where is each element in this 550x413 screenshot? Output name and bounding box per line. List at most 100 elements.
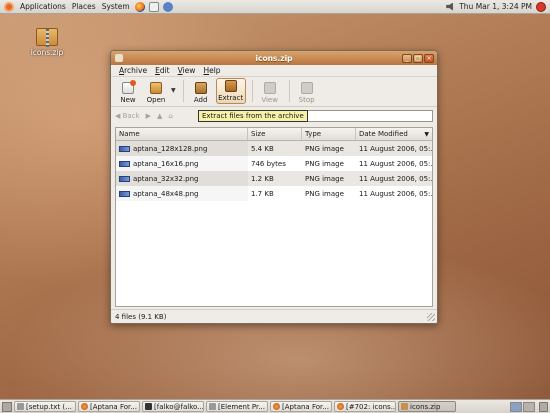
forward-button[interactable]: ▶ xyxy=(146,112,151,120)
taskbar-item-label: [Element Pr... xyxy=(218,402,265,411)
add-button[interactable]: Add xyxy=(188,82,214,104)
sort-arrow-icon: ▼ xyxy=(424,130,429,138)
table-row[interactable]: aptana_32x32.png 1.2 KB PNG image 11 Aug… xyxy=(116,171,432,186)
open-folder-icon xyxy=(150,82,162,94)
open-button[interactable]: Open xyxy=(143,82,169,104)
text-file-icon xyxy=(17,403,24,410)
stop-button[interactable]: Stop xyxy=(294,82,320,104)
resize-grip-icon[interactable] xyxy=(427,312,435,321)
table-row[interactable]: aptana_16x16.png 746 bytes PNG image 11 … xyxy=(116,156,432,171)
workspace-1[interactable] xyxy=(510,401,522,412)
view-file-icon xyxy=(263,82,276,94)
firefox-launcher-icon[interactable] xyxy=(134,1,145,12)
column-date-modified[interactable]: Date Modified ▼ xyxy=(356,128,432,140)
file-size: 1.7 KB xyxy=(251,189,274,198)
trash-icon[interactable] xyxy=(539,401,548,412)
status-bar: 4 files (9.1 KB) xyxy=(111,309,437,323)
file-date: 11 August 2006, 05:... xyxy=(359,174,432,183)
file-date: 11 August 2006, 05:... xyxy=(359,189,432,198)
taskbar-item[interactable]: [setup.txt (... xyxy=(14,401,76,412)
column-type[interactable]: Type xyxy=(302,128,356,140)
toolbar-separator xyxy=(182,80,184,102)
back-button[interactable]: ◀ Back xyxy=(115,112,140,120)
file-type: PNG image xyxy=(305,144,344,153)
close-button[interactable]: × xyxy=(424,53,434,63)
new-label: New xyxy=(120,96,136,104)
menu-edit[interactable]: Edit xyxy=(151,66,174,75)
stop-icon xyxy=(300,82,313,94)
volume-icon[interactable] xyxy=(446,2,453,11)
back-arrow-icon: ◀ xyxy=(115,112,123,120)
ubuntu-logo-icon[interactable] xyxy=(4,1,14,12)
open-recent-dropdown-icon[interactable]: ▼ xyxy=(171,87,176,94)
top-panel: Applications Places System Thu Mar 1, 3:… xyxy=(0,0,550,14)
taskbar-item-label: [Aptana For... xyxy=(90,402,137,411)
stop-label: Stop xyxy=(298,96,315,104)
taskbar-item[interactable]: [Aptana For... xyxy=(270,401,332,412)
taskbar-item[interactable]: [Element Pr... xyxy=(206,401,268,412)
window-titlebar[interactable]: icons.zip _ □ × xyxy=(111,51,437,65)
applications-menu[interactable]: Applications xyxy=(17,2,69,11)
file-name: aptana_32x32.png xyxy=(133,174,199,183)
file-list: Name Size Type Date Modified ▼ aptana_128… xyxy=(115,127,433,307)
taskbar-item-label: [Aptana For... xyxy=(282,402,329,411)
new-button[interactable]: New xyxy=(115,80,141,104)
maximize-button[interactable]: □ xyxy=(413,53,423,63)
file-name: aptana_128x128.png xyxy=(133,144,208,153)
add-files-icon xyxy=(194,82,207,94)
extract-button[interactable]: Extract xyxy=(215,78,246,104)
workspace-2[interactable] xyxy=(523,401,535,412)
home-button[interactable]: ⌂ xyxy=(168,112,172,120)
toolbar: New Open ▼ Add Extract View Stop xyxy=(111,77,437,107)
up-button[interactable]: ▲ xyxy=(157,112,162,120)
menu-archive[interactable]: Archive xyxy=(115,66,151,75)
taskbar-item[interactable]: [#702: icons... xyxy=(334,401,396,412)
new-archive-icon xyxy=(122,80,136,94)
file-date: 11 August 2006, 05:... xyxy=(359,159,432,168)
firefox-icon xyxy=(337,403,344,410)
png-file-icon xyxy=(119,175,130,182)
taskbar-item-active[interactable]: icons.zip xyxy=(398,401,456,412)
column-date-label: Date Modified xyxy=(359,130,408,138)
taskbar-item[interactable]: [falko@falko... xyxy=(142,401,204,412)
show-desktop-icon[interactable] xyxy=(2,401,12,412)
view-button[interactable]: View xyxy=(257,82,283,104)
zip-archive-icon xyxy=(36,28,58,47)
file-name: aptana_48x48.png xyxy=(133,189,199,198)
column-size[interactable]: Size xyxy=(248,128,302,140)
system-menu[interactable]: System xyxy=(99,2,133,11)
column-size-label: Size xyxy=(251,130,266,138)
open-label: Open xyxy=(146,96,166,104)
menu-view[interactable]: View xyxy=(174,66,200,75)
minimize-button[interactable]: _ xyxy=(402,53,412,63)
help-launcher-icon[interactable] xyxy=(162,1,173,12)
window-title: icons.zip xyxy=(255,53,293,63)
extract-tooltip: Extract files from the archive xyxy=(198,110,308,122)
desktop-icon-zip[interactable]: icons.zip xyxy=(28,28,66,57)
workspace-switcher xyxy=(510,401,535,412)
column-type-label: Type xyxy=(305,130,322,138)
file-size: 1.2 KB xyxy=(251,174,274,183)
taskbar-item[interactable]: [Aptana For... xyxy=(78,401,140,412)
up-arrow-icon: ▲ xyxy=(157,112,163,120)
taskbar-item-label: icons.zip xyxy=(410,402,441,411)
table-row[interactable]: aptana_48x48.png 1.7 KB PNG image 11 Aug… xyxy=(116,186,432,201)
terminal-icon xyxy=(145,403,152,410)
firefox-icon xyxy=(273,403,280,410)
taskbar-item-label: [setup.txt (... xyxy=(26,402,72,411)
column-name[interactable]: Name xyxy=(116,128,248,140)
power-icon[interactable] xyxy=(536,1,546,12)
menubar: Archive Edit View Help xyxy=(111,65,437,77)
taskbar-item-label: [falko@falko... xyxy=(154,402,204,411)
table-row[interactable]: aptana_128x128.png 5.4 KB PNG image 11 A… xyxy=(116,141,432,156)
mail-launcher-icon[interactable] xyxy=(148,1,159,12)
places-menu[interactable]: Places xyxy=(69,2,99,11)
clock[interactable]: Thu Mar 1, 3:24 PM xyxy=(459,2,532,11)
png-file-icon xyxy=(119,160,130,167)
file-type: PNG image xyxy=(305,159,344,168)
png-file-icon xyxy=(119,145,130,152)
desktop-icon-label: icons.zip xyxy=(30,48,64,57)
menu-help[interactable]: Help xyxy=(199,66,224,75)
archive-icon xyxy=(401,403,408,410)
archive-manager-window: icons.zip _ □ × Archive Edit View Help N… xyxy=(110,50,438,324)
